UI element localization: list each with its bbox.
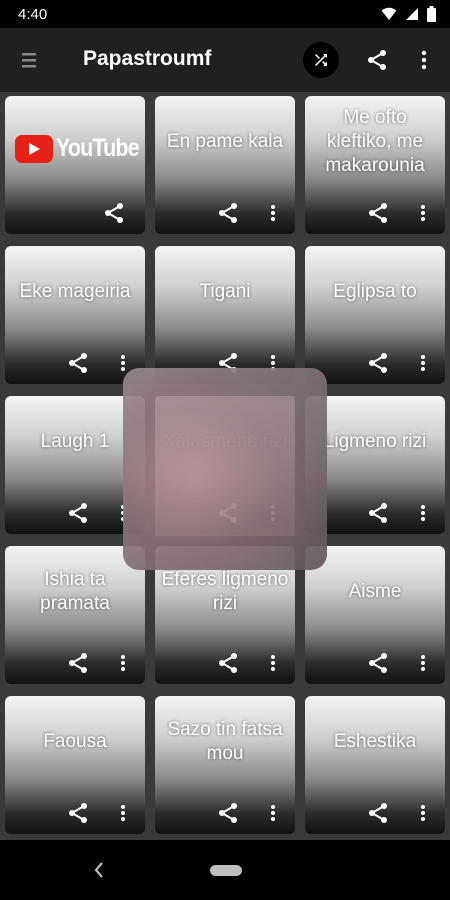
share-sound-button[interactable]: [65, 800, 91, 826]
share-sound-button[interactable]: [365, 650, 391, 676]
share-icon: [105, 203, 123, 223]
more-vert-icon: [421, 655, 425, 671]
share-icon: [69, 653, 87, 673]
more-vert-icon: [271, 205, 275, 221]
wifi-icon: [381, 7, 397, 20]
share-icon: [369, 353, 387, 373]
sound-options-button[interactable]: [116, 650, 130, 676]
sound-options-button[interactable]: [416, 800, 430, 826]
share-sound-button[interactable]: [215, 800, 241, 826]
home-pill-button[interactable]: [210, 865, 242, 876]
app-bar: Papastroumf: [0, 28, 450, 92]
shuffle-icon: [315, 54, 327, 66]
image-preview-popup: [123, 368, 327, 570]
status-bar: 4:40: [0, 0, 450, 28]
app-title: Papastroumf: [83, 47, 212, 70]
share-sound-button[interactable]: [365, 500, 391, 526]
sound-tile-label: En pame kala: [166, 131, 284, 152]
share-icon: [369, 653, 387, 673]
sound-tile-label: Eke mageiria: [19, 281, 131, 302]
share-icon: [69, 503, 87, 523]
sound-options-button[interactable]: [266, 650, 280, 676]
youtube-logo-text: YouTube: [56, 134, 140, 162]
sound-tile-label: Sazo tin fatsa mou: [167, 719, 283, 764]
status-icons: [381, 6, 436, 22]
menu-icon: [22, 53, 36, 68]
share-icon: [219, 653, 237, 673]
sound-tile[interactable]: Eglipsa to: [305, 246, 445, 384]
sound-tile[interactable]: Eshestika: [305, 696, 445, 834]
sound-options-button[interactable]: [416, 350, 430, 376]
sound-tile[interactable]: Sazo tin fatsa mou: [155, 696, 295, 834]
sound-tile-label: Ligmeno rizi: [323, 431, 427, 452]
battery-icon: [427, 6, 436, 22]
share-icon: [219, 203, 237, 223]
sound-tile[interactable]: Eke mageiria: [5, 246, 145, 384]
sound-tile[interactable]: Me ofto kleftiko, me makarounia: [305, 96, 445, 234]
share-icon: [69, 353, 87, 373]
sound-options-button[interactable]: [416, 650, 430, 676]
youtube-play-icon: [15, 134, 53, 163]
share-sound-button[interactable]: [215, 650, 241, 676]
back-icon[interactable]: [91, 860, 107, 880]
share-icon: [369, 203, 387, 223]
sound-tile[interactable]: YouTube: [5, 96, 145, 234]
sound-tile[interactable]: En pame kala: [155, 96, 295, 234]
sound-tile-label: Eshestika: [333, 731, 417, 752]
sound-options-button[interactable]: [266, 800, 280, 826]
share-sound-button[interactable]: [365, 200, 391, 226]
more-vert-icon: [421, 50, 427, 70]
more-vert-icon: [271, 655, 275, 671]
sound-tile-label: Faousa: [43, 731, 107, 752]
share-sound-button[interactable]: [215, 200, 241, 226]
share-app-button[interactable]: [362, 45, 392, 75]
share-sound-button[interactable]: [365, 350, 391, 376]
share-sound-button[interactable]: [101, 200, 127, 226]
sound-tile-label: Eglipsa to: [333, 281, 417, 302]
more-vert-icon: [421, 205, 425, 221]
sound-tile-label: Aisme: [348, 581, 402, 602]
more-vert-icon: [421, 355, 425, 371]
sound-options-button[interactable]: [266, 200, 280, 226]
sound-tile[interactable]: Ishia ta pramata: [5, 546, 145, 684]
more-vert-icon: [271, 805, 275, 821]
sound-tile[interactable]: Faousa: [5, 696, 145, 834]
sound-tile-label: Ishia ta pramata: [40, 569, 110, 614]
more-vert-icon: [121, 655, 125, 671]
share-icon: [368, 50, 386, 70]
sound-tile-label: Me ofto kleftiko, me makarounia: [325, 107, 425, 176]
more-vert-icon: [121, 805, 125, 821]
shuffle-button[interactable]: [303, 42, 339, 78]
share-sound-button[interactable]: [65, 650, 91, 676]
share-sound-button[interactable]: [365, 800, 391, 826]
navigation-bar: [0, 840, 450, 900]
sound-tile[interactable]: Aisme: [305, 546, 445, 684]
share-icon: [369, 803, 387, 823]
preview-image: [155, 396, 295, 536]
more-vert-icon: [421, 805, 425, 821]
share-icon: [69, 803, 87, 823]
share-icon: [369, 503, 387, 523]
share-icon: [219, 803, 237, 823]
overflow-menu-button[interactable]: [414, 45, 434, 75]
more-vert-icon: [421, 505, 425, 521]
sound-tile-label: Tigani: [199, 281, 251, 302]
status-time: 4:40: [18, 5, 48, 23]
sound-options-button[interactable]: [116, 800, 130, 826]
sound-options-button[interactable]: [416, 500, 430, 526]
share-sound-button[interactable]: [65, 500, 91, 526]
sound-options-button[interactable]: [416, 200, 430, 226]
signal-icon: [406, 8, 418, 20]
youtube-logo: YouTube: [15, 134, 145, 163]
share-sound-button[interactable]: [65, 350, 91, 376]
sound-tile-label: Laugh 1: [40, 431, 110, 452]
more-vert-icon: [121, 355, 125, 371]
menu-button[interactable]: [18, 48, 40, 72]
sound-tile[interactable]: Tigani: [155, 246, 295, 384]
